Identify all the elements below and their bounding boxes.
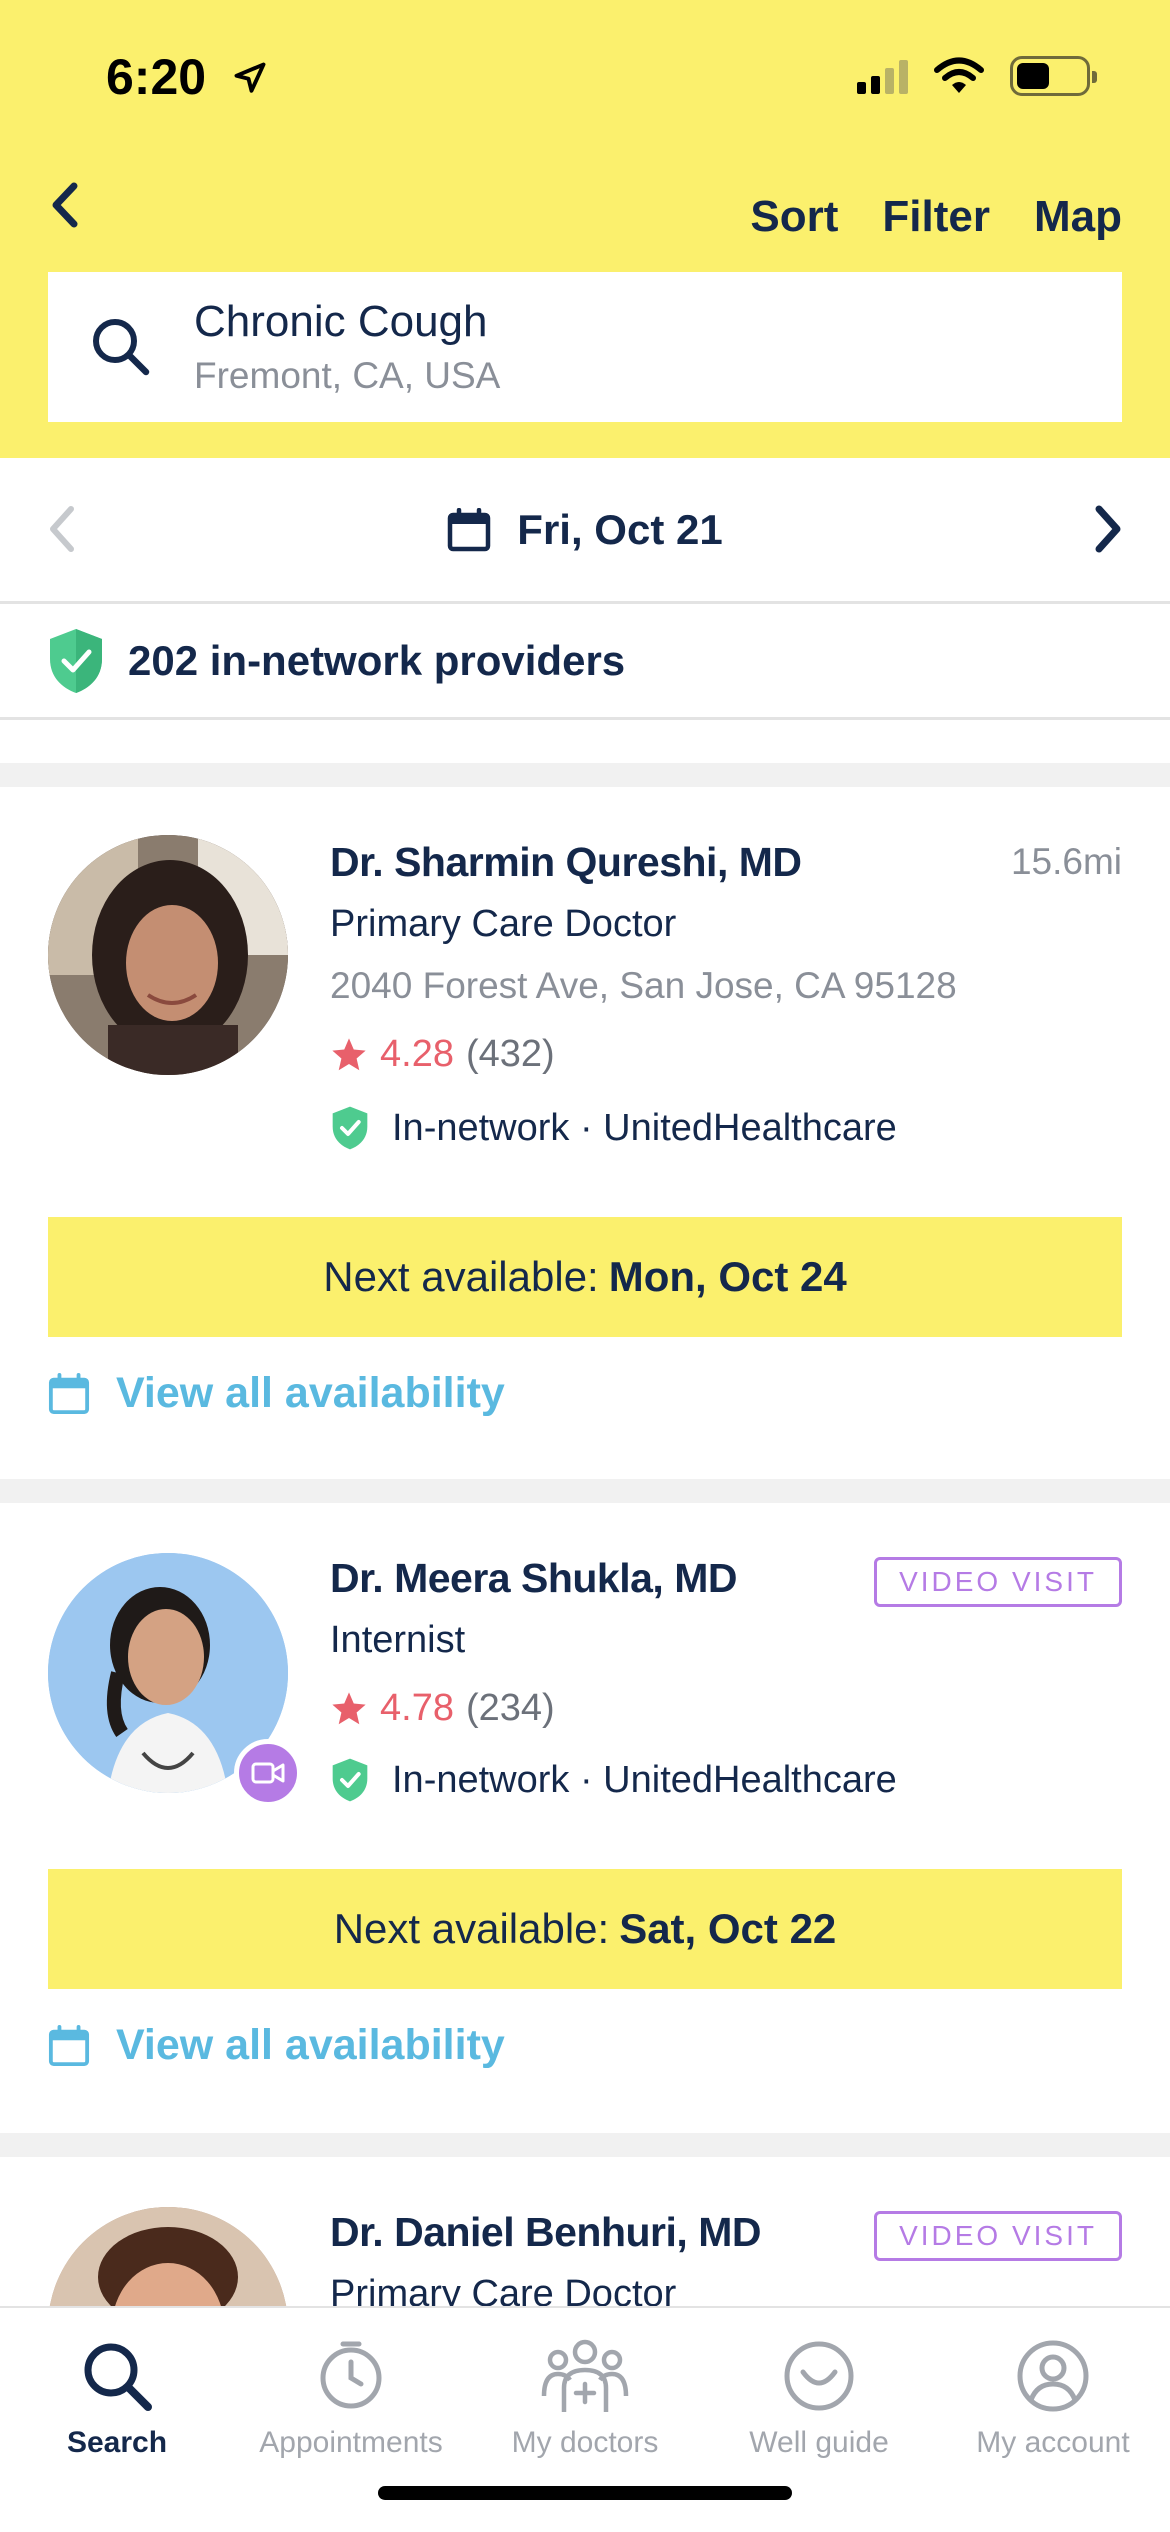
- provider-count: 202 in-network providers: [128, 636, 626, 684]
- tab-well-guide[interactable]: Well guide: [702, 2338, 936, 2460]
- calendar-icon: [448, 507, 491, 551]
- next-available-label: Next available:: [323, 1253, 599, 1300]
- shield-check-icon: [50, 628, 102, 693]
- tab-my-account[interactable]: My account: [936, 2338, 1170, 2460]
- next-available-date: Sat, Oct 22: [619, 1905, 837, 1952]
- avatar: [48, 835, 288, 1075]
- back-button[interactable]: [40, 175, 90, 235]
- filter-button[interactable]: Filter: [882, 192, 990, 242]
- shield-check-icon: [332, 1758, 368, 1802]
- chevron-left-icon: [50, 506, 74, 552]
- header-actions: Sort Filter Map: [750, 192, 1122, 242]
- selected-date: Fri, Oct 21: [517, 505, 723, 553]
- tab-label: My doctors: [511, 2426, 659, 2459]
- next-available-date: Mon, Oct 24: [608, 1253, 847, 1300]
- date-picker[interactable]: Fri, Oct 21: [447, 505, 723, 554]
- doctor-specialty: Primary Care Doctor: [330, 903, 677, 945]
- divider: [0, 763, 1170, 787]
- clock-icon: [320, 2341, 382, 2409]
- search-icon: [84, 2343, 152, 2411]
- rating: 4.78 (234): [330, 1687, 555, 1730]
- rating-score: 4.28: [380, 1033, 454, 1075]
- doctor-name[interactable]: Dr. Meera Shukla, MD: [330, 1555, 737, 1602]
- next-available-label: Next available:: [333, 1905, 610, 1952]
- star-icon: [332, 1037, 366, 1070]
- next-available-button[interactable]: Next available: Mon, Oct 24: [48, 1217, 1122, 1337]
- network-label: In-network · UnitedHealthcare: [392, 1758, 897, 1801]
- network-status: In-network · UnitedHealthcare: [330, 1105, 897, 1151]
- calendar-icon: [48, 2024, 90, 2066]
- status-indicators: [857, 56, 1097, 96]
- wifi-icon: [934, 57, 984, 93]
- chevron-left-icon: [52, 182, 78, 228]
- battery-icon: [1010, 56, 1097, 96]
- next-available-button[interactable]: Next available: Sat, Oct 22: [48, 1869, 1122, 1989]
- divider: [0, 1479, 1170, 1503]
- view-all-label: View all availability: [116, 2021, 505, 2069]
- tab-label: My account: [976, 2426, 1130, 2459]
- search-location: Fremont, CA, USA: [194, 355, 501, 396]
- tab-label: Well guide: [749, 2426, 889, 2459]
- tab-search[interactable]: Search: [0, 2338, 234, 2460]
- home-indicator[interactable]: [378, 2486, 792, 2500]
- avatar: [48, 2207, 288, 2306]
- doctor-name[interactable]: Dr. Sharmin Qureshi, MD: [330, 839, 802, 886]
- divider: [0, 2133, 1170, 2157]
- network-status: In-network · UnitedHealthcare: [330, 1757, 897, 1803]
- review-count: (432): [465, 1033, 555, 1075]
- sort-button[interactable]: Sort: [750, 192, 838, 242]
- view-all-availability-link[interactable]: View all availability: [48, 2021, 505, 2070]
- cellular-signal-icon: [857, 58, 908, 94]
- search-field[interactable]: Chronic Cough Fremont, CA, USA: [48, 272, 1122, 422]
- search-icon: [93, 319, 150, 376]
- search-query: Chronic Cough: [194, 297, 488, 346]
- chevron-right-icon: [1095, 505, 1121, 553]
- network-label: In-network · UnitedHealthcare: [392, 1106, 897, 1149]
- tab-appointments[interactable]: Appointments: [234, 2338, 468, 2460]
- tab-my-doctors[interactable]: My doctors: [468, 2338, 702, 2460]
- review-count: (234): [465, 1687, 555, 1729]
- tab-label: Search: [66, 2426, 168, 2459]
- video-visit-badge: VIDEO VISIT: [874, 1557, 1122, 1607]
- view-all-label: View all availability: [116, 1369, 505, 1417]
- next-date-button[interactable]: [1090, 502, 1126, 561]
- rating: 4.28 (432): [330, 1033, 555, 1076]
- doctors-icon: [541, 2339, 629, 2412]
- tab-label: Appointments: [259, 2426, 443, 2459]
- video-visit-badge: VIDEO VISIT: [874, 2211, 1122, 2261]
- provider-card[interactable]: Dr. Meera Shukla, MD VIDEO VISIT Interni…: [0, 1503, 1170, 2133]
- provider-card[interactable]: Dr. Daniel Benhuri, MD VIDEO VISIT Prima…: [0, 2157, 1170, 2306]
- status-time: 6:20: [106, 49, 207, 105]
- network-summary: 202 in-network providers: [0, 604, 1170, 720]
- date-navigator: Fri, Oct 21: [0, 458, 1170, 604]
- view-all-availability-link[interactable]: View all availability: [48, 1369, 505, 1418]
- provider-card[interactable]: Dr. Sharmin Qureshi, MD 15.6mi Primary C…: [0, 787, 1170, 1479]
- doctor-name[interactable]: Dr. Daniel Benhuri, MD: [330, 2209, 761, 2256]
- rating-score: 4.78: [380, 1687, 454, 1729]
- calendar-icon: [48, 1372, 90, 1414]
- map-button[interactable]: Map: [1034, 192, 1122, 242]
- doctor-specialty: Primary Care Doctor: [330, 2273, 677, 2306]
- video-camera-icon: [234, 1739, 302, 1807]
- previous-date-button[interactable]: [44, 502, 80, 561]
- star-icon: [332, 1691, 366, 1724]
- smile-icon: [784, 2341, 854, 2411]
- distance: 15.6mi: [1010, 841, 1122, 882]
- doctor-specialty: Internist: [330, 1619, 466, 1661]
- shield-check-icon: [332, 1106, 368, 1150]
- header: 6:20 Sort Filter Map Chronic Cough Fremo…: [0, 0, 1170, 458]
- account-icon: [1017, 2340, 1089, 2412]
- doctor-address: 2040 Forest Ave, San Jose, CA 95128: [330, 965, 957, 1006]
- location-arrow-icon: [234, 62, 266, 93]
